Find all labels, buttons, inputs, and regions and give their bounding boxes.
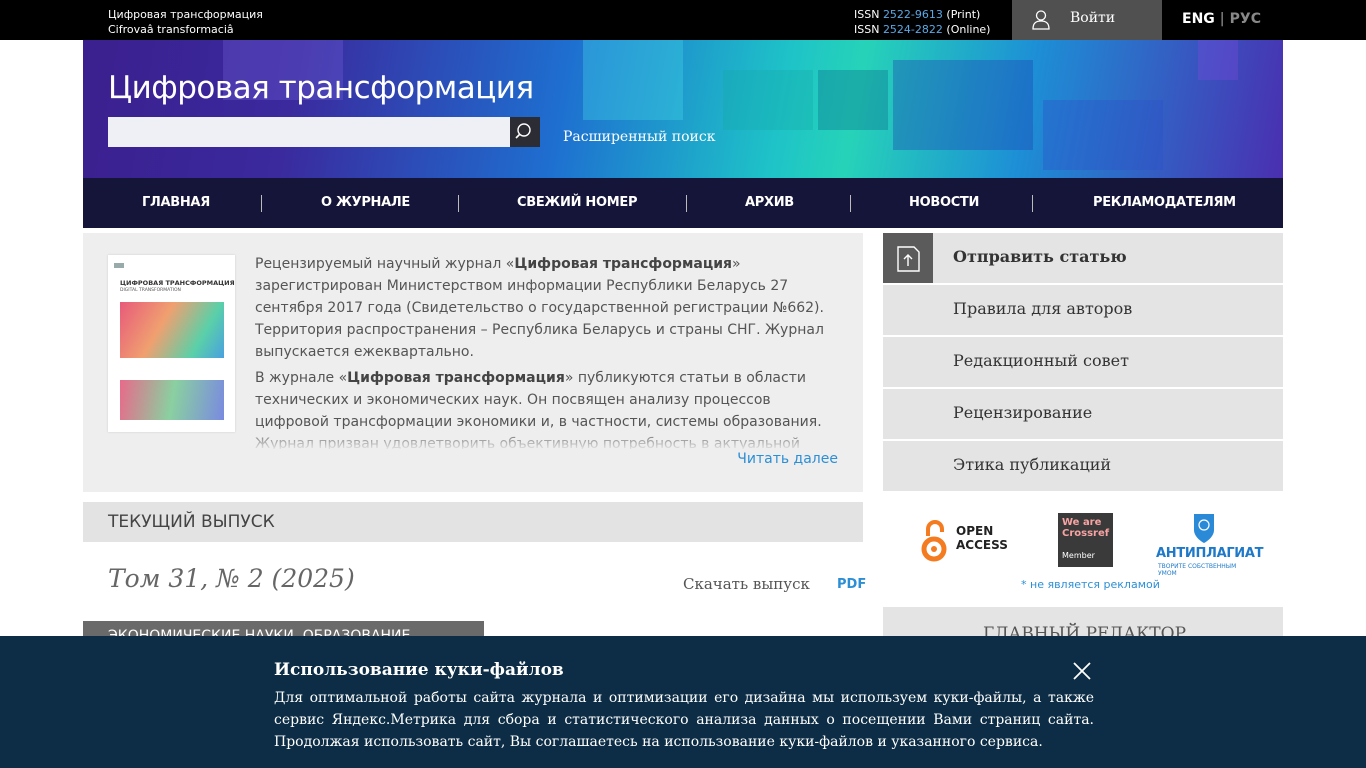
journal-title[interactable]: Цифровая трансформация: [108, 70, 534, 106]
sidebar-item-label: Отправить статью: [953, 247, 1127, 266]
crossref-member-label: Member: [1062, 551, 1095, 560]
text-fade: [255, 429, 845, 451]
cover-subtitle: DIGITAL TRANSFORMATION: [120, 288, 181, 293]
sidebar-item-peer-review[interactable]: Рецензирование: [883, 389, 1283, 439]
main-nav: ГЛАВНАЯ О ЖУРНАЛЕ СВЕЖИЙ НОМЕР АРХИВ НОВ…: [83, 178, 1283, 228]
nav-item-about[interactable]: О ЖУРНАЛЕ: [321, 195, 410, 210]
sidebar-item-label: Рецензирование: [953, 403, 1093, 422]
banner-decor: [723, 70, 813, 130]
about-p1-pre: Рецензируемый научный журнал «: [255, 256, 515, 272]
crossref-line2: Crossref: [1062, 528, 1110, 539]
nav-item-current[interactable]: СВЕЖИЙ НОМЕР: [517, 195, 638, 210]
cover-art: [120, 302, 224, 358]
lang-separator: |: [1219, 11, 1225, 27]
cover-title: ЦИФРОВАЯ ТРАНСФОРМАЦИЯ: [120, 279, 235, 287]
advanced-search-link[interactable]: Расширенный поиск: [563, 129, 715, 145]
nav-divider: [458, 195, 459, 212]
shield-icon: [1194, 514, 1214, 543]
sidebar-item-label: Редакционный совет: [953, 351, 1129, 370]
search-input[interactable]: [108, 117, 510, 147]
nav-divider: [1032, 195, 1033, 212]
not-advertising-note: * не является рекламой: [1021, 578, 1160, 591]
close-icon[interactable]: [1071, 660, 1093, 682]
cover-art: [120, 380, 224, 420]
cookie-body: Для оптимальной работы сайта журнала и о…: [274, 690, 1094, 750]
nav-item-home[interactable]: ГЛАВНАЯ: [142, 195, 210, 210]
login-button[interactable]: Войти: [1012, 0, 1162, 40]
crossref-text: We are Crossref: [1062, 517, 1109, 539]
nav-divider: [261, 195, 262, 212]
open-access-icon: [921, 520, 947, 562]
site-title-ru: Цифровая трансформация: [108, 8, 263, 21]
sidebar-item-editorial-board[interactable]: Редакционный совет: [883, 337, 1283, 387]
crossref-line1: We are: [1062, 517, 1102, 528]
open-access-text: OPEN ACCESS: [956, 524, 1016, 552]
journal-cover[interactable]: ЦИФРОВАЯ ТРАНСФОРМАЦИЯ DIGITAL TRANSFORM…: [108, 255, 235, 432]
cookie-title: Использование куки-файлов: [274, 660, 564, 680]
banner-decor: [818, 70, 888, 130]
lang-eng[interactable]: ENG: [1182, 11, 1215, 27]
download-issue-label: Скачать выпуск: [683, 575, 810, 593]
nav-divider: [850, 195, 851, 212]
issn-online: ISSN 2524-2822 (Online): [854, 22, 990, 37]
current-issue-header: ТЕКУЩИЙ ВЫПУСК: [83, 502, 863, 542]
crossref-member-logo[interactable]: We are Crossref Member: [1058, 513, 1113, 567]
open-access-logo[interactable]: OPEN ACCESS: [920, 518, 1008, 568]
sidebar-item-submit[interactable]: Отправить статью: [883, 233, 1283, 283]
nav-item-archive[interactable]: АРХИВ: [745, 195, 794, 210]
issn-print-link[interactable]: 2522-9613: [883, 8, 943, 21]
submit-article-icon-box: [883, 233, 933, 283]
banner-decor: [583, 40, 683, 120]
language-switcher: ENG | РУС: [1182, 11, 1261, 27]
about-text: Рецензируемый научный журнал «Цифровая т…: [255, 253, 845, 449]
partner-logos: OPEN ACCESS We are Crossref Member АНТИП…: [883, 492, 1283, 602]
about-p2-pre: В журнале «: [255, 370, 348, 386]
banner-decor: [893, 60, 1033, 150]
sidebar-item-label: Правила для авторов: [953, 299, 1133, 318]
about-p2-bold: Цифровая трансформация: [347, 370, 565, 386]
top-bar: Цифровая трансформация Cifrovaâ transfor…: [0, 0, 1366, 40]
search-icon: [515, 123, 531, 139]
antiplagiat-tagline: ТВОРИТЕ СОБСТВЕННЫМ УМОМ: [1158, 563, 1237, 577]
antiplagiat-logo[interactable]: АНТИПЛАГИАТ ТВОРИТЕ СОБСТВЕННЫМ УМОМ: [1156, 512, 1264, 577]
search-button[interactable]: [510, 117, 540, 147]
pdf-link[interactable]: PDF: [837, 577, 866, 592]
sidebar-item-author-guidelines[interactable]: Правила для авторов: [883, 285, 1283, 335]
submit-article-icon: [897, 246, 920, 272]
current-issue-heading: ТЕКУЩИЙ ВЫПУСК: [108, 512, 275, 532]
sidebar-item-publication-ethics[interactable]: Этика публикаций: [883, 441, 1283, 491]
issn-online-link[interactable]: 2524-2822: [883, 23, 943, 36]
issn-print: ISSN 2522-9613 (Print): [854, 7, 990, 22]
about-paragraph: Рецензируемый научный журнал «Цифровая т…: [255, 253, 845, 363]
nav-item-advertisers[interactable]: РЕКЛАМОДАТЕЛЯМ: [1093, 195, 1236, 210]
open-access-line2: ACCESS: [956, 538, 1008, 552]
about-journal: ЦИФРОВАЯ ТРАНСФОРМАЦИЯ DIGITAL TRANSFORM…: [83, 233, 863, 492]
cookie-banner: Использование куки-файлов Для оптимально…: [0, 636, 1366, 768]
header-banner: Цифровая трансформация Расширенный поиск: [83, 40, 1283, 178]
banner-decor: [1198, 40, 1238, 80]
user-icon: [1032, 10, 1050, 30]
lang-rus[interactable]: РУС: [1230, 11, 1261, 27]
issue-volume[interactable]: Том 31, № 2 (2025): [108, 564, 355, 593]
login-label: Войти: [1070, 10, 1116, 26]
antiplagiat-name: АНТИПЛАГИАТ: [1156, 546, 1264, 561]
nav-divider: [686, 195, 687, 212]
open-access-line1: OPEN: [956, 524, 994, 538]
issn-print-prefix: ISSN: [854, 8, 880, 21]
issn-online-suffix: (Online): [946, 23, 991, 36]
nav-item-news[interactable]: НОВОСТИ: [909, 195, 979, 210]
read-more-link[interactable]: Читать далее: [737, 451, 838, 467]
issn-print-suffix: (Print): [946, 8, 981, 21]
issn-info: ISSN 2522-9613 (Print) ISSN 2524-2822 (O…: [854, 7, 990, 37]
banner-decor: [1043, 100, 1163, 170]
site-title-lat: Cifrovaâ transformaciâ: [108, 23, 234, 36]
about-p1-bold: Цифровая трансформация: [514, 256, 733, 272]
sidebar-item-label: Этика публикаций: [953, 455, 1112, 474]
site-title[interactable]: Цифровая трансформация Cifrovaâ transfor…: [108, 7, 263, 37]
issn-online-prefix: ISSN: [854, 23, 880, 36]
cover-logo: [114, 263, 124, 268]
